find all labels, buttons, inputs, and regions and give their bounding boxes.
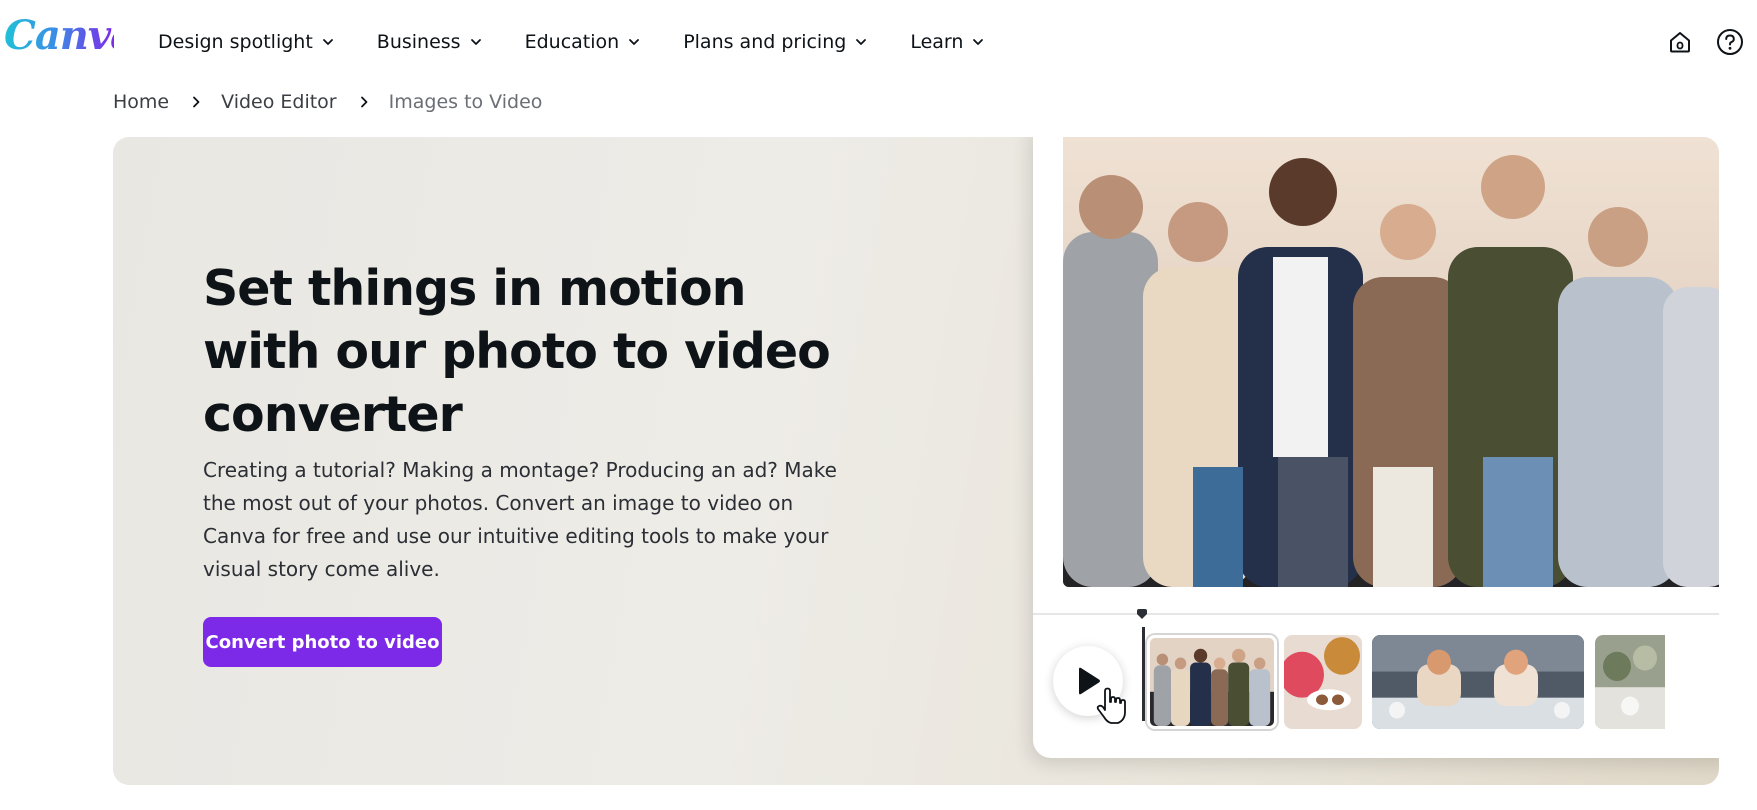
hero-title: Set things in motion with our photo to v… (203, 260, 831, 443)
nav-label: Plans and pricing (683, 31, 847, 53)
chevron-down-icon (322, 39, 333, 45)
group-photo-clip[interactable] (1147, 635, 1277, 729)
playhead-marker-icon[interactable] (1136, 608, 1148, 620)
group-photo-preview (1063, 137, 1719, 587)
convert-photo-to-video-button[interactable]: Convert photo to video (203, 617, 442, 667)
home-icon (1670, 32, 1690, 53)
chevron-down-icon (973, 39, 984, 45)
nav-business[interactable]: Business (377, 31, 483, 53)
playhead-line (1142, 627, 1145, 721)
breadcrumb-video-editor[interactable]: Video Editor (221, 91, 337, 113)
nav-plans-and-pricing[interactable]: Plans and pricing (683, 31, 868, 53)
chevron-down-icon (629, 39, 640, 45)
chevron-down-icon (470, 39, 481, 45)
pointer-hand-icon (1096, 687, 1126, 724)
nav-label: Learn (910, 31, 964, 53)
nav-label: Business (376, 31, 461, 53)
hero-section: Set things in motion with our photo to v… (113, 137, 1719, 785)
breadcrumb-home[interactable]: Home (113, 91, 169, 113)
nav-education[interactable]: Education (525, 31, 642, 53)
table-clip[interactable] (1595, 635, 1665, 729)
canva-logo[interactable]: Canva (4, 14, 136, 58)
site-header: Canva Design spotlight Business Educatio… (0, 0, 1757, 84)
dinner-party-clip[interactable] (1372, 635, 1584, 729)
nav-learn[interactable]: Learn (910, 31, 985, 53)
help-icon (1717, 29, 1743, 55)
chevron-right-icon (360, 96, 368, 108)
hero-description: Creating a tutorial? Making a montage? P… (203, 458, 837, 581)
chevron-right-icon (193, 96, 200, 108)
help-button[interactable] (1714, 26, 1746, 58)
food-drinks-clip[interactable] (1284, 635, 1362, 729)
home-button[interactable] (1664, 26, 1696, 58)
nav-design-spotlight[interactable]: Design spotlight (158, 31, 335, 53)
chevron-down-icon (856, 39, 867, 45)
breadcrumb: Home Video Editor Images to Video (113, 88, 542, 116)
nav-label: Design spotlight (158, 31, 313, 53)
video-editor-preview (1033, 137, 1719, 758)
nav-label: Education (524, 31, 620, 53)
main-nav: Design spotlight Business Education Plan… (158, 24, 1027, 60)
breadcrumb-images-to-video: Images to Video (388, 91, 543, 113)
